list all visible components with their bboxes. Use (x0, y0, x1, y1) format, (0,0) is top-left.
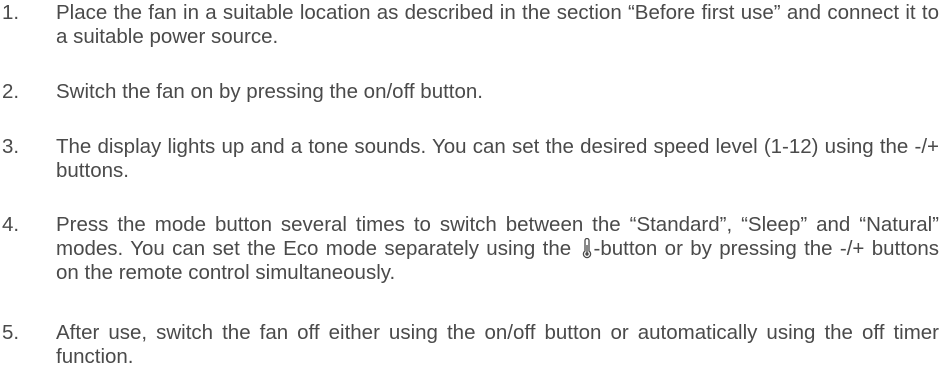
step-number: 3. (2, 135, 20, 158)
step-number: 1. (2, 1, 20, 24)
step-text: After use, switch the fan off either usi… (56, 321, 939, 368)
step-text: Switch the fan on by pressing the on/off… (56, 80, 483, 103)
step-number: 5. (2, 321, 20, 344)
step-number: 2. (2, 80, 20, 103)
step-number: 4. (2, 213, 20, 236)
thermometer-icon (581, 238, 593, 259)
step-text: Place the fan in a suitable location as … (56, 1, 939, 48)
step-text: The display lights up and a tone sounds.… (56, 135, 939, 182)
step-text: Press the mode button several times to s… (56, 213, 939, 285)
